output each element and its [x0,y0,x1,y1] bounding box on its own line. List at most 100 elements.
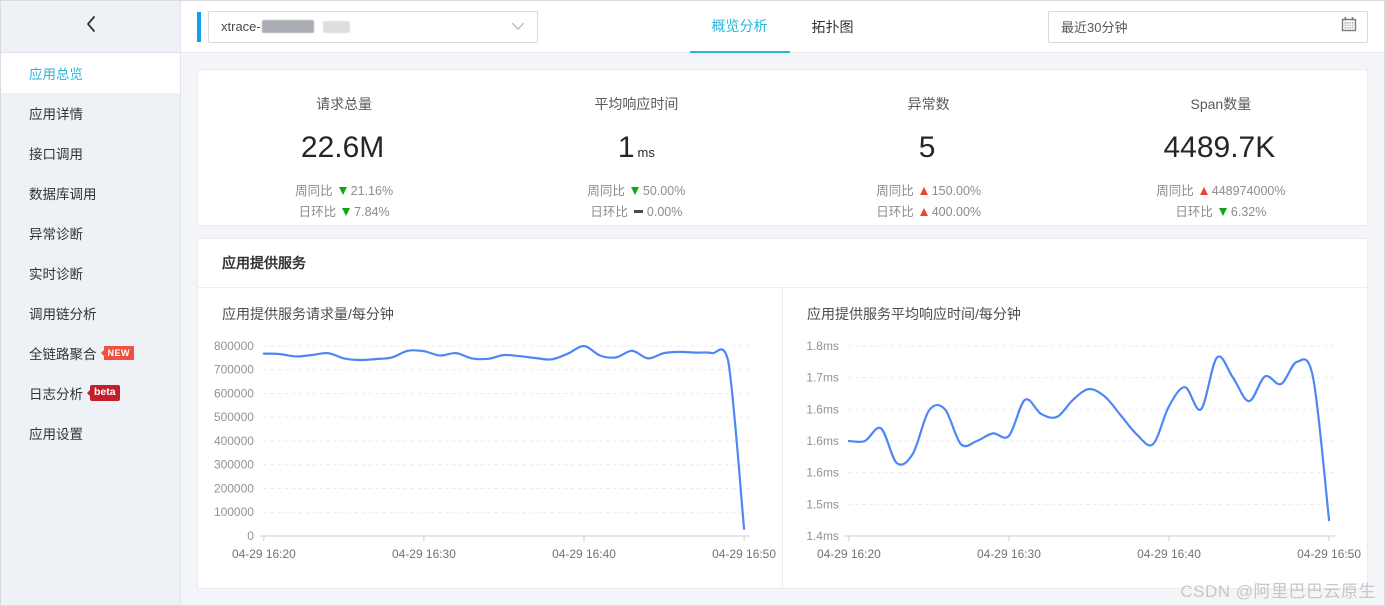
svg-text:200000: 200000 [214,481,254,495]
svg-text:800000: 800000 [214,339,254,353]
svg-text:1.7ms: 1.7ms [806,371,839,385]
time-range-value: 最近30分钟 [1061,20,1128,35]
svg-text:1.4ms: 1.4ms [806,529,839,543]
charts-row: 应用提供服务请求量/每分钟 800000 700000 600000 500000 40… [198,288,1367,588]
trend-down-icon [1218,208,1227,216]
metrics-summary-card: 请求总量 22.6M 周同比 21.16% 日环比 7.84% 平均响应时间 1 ms [197,69,1368,226]
tab-label: 拓扑图 [811,19,854,35]
sidebar: 应用总览 应用详情 接口调用 数据库调用 异常诊断 实时诊断 调用链分析 全链路… [1,1,181,605]
sidebar-item-label: 日志分析 [29,387,83,402]
section-title: 应用提供服务 [198,239,1367,288]
chart-panel-response-time: 应用提供服务平均响应时间/每分钟 1.8ms 1.7ms 1.6ms 1.6ms 1.6… [782,288,1367,588]
new-badge: NEW [100,346,134,360]
tab-bar: 概览分析 拓扑图 [689,1,876,53]
metric-value: 5 [918,131,936,164]
tab-topology[interactable]: 拓扑图 [790,1,876,53]
day-over-day-row: 日环比 7.84% [298,205,390,219]
sidebar-item-exception-diagnosis[interactable]: 异常诊断 [1,213,180,253]
calendar-icon [1341,16,1357,37]
metric-label: 请求总量 [316,96,373,112]
svg-text:04-29 16:40: 04-29 16:40 [552,547,616,561]
svg-text:04-29 16:30: 04-29 16:30 [392,547,456,561]
sidebar-item-label: 实时诊断 [29,267,83,282]
svg-text:04-29 16:50: 04-29 16:50 [1297,547,1361,561]
chevron-down-icon [511,18,525,36]
sidebar-item-label: 调用链分析 [29,307,97,322]
svg-text:1.5ms: 1.5ms [806,497,839,511]
sidebar-item-label: 应用详情 [29,107,83,122]
metric-avg-response-time: 平均响应时间 1 ms 周同比 50.00% 日环比 0.00% [490,70,782,225]
trend-up-icon [919,187,928,195]
svg-text:04-29 16:20: 04-29 16:20 [232,547,296,561]
metric-label: 平均响应时间 [594,96,679,112]
chart-panel-request-volume: 应用提供服务请求量/每分钟 800000 700000 600000 500000 40… [198,288,782,588]
metric-value: 22.6M [300,131,385,164]
week-over-week-row: 周同比 21.16% [295,184,394,198]
main-area: xtrace- 概览分析 拓扑图 最近30分钟 请求总量 22.6M 周同比 2… [181,1,1384,605]
metric-value: 1 [617,131,635,164]
chart-title: 应用提供服务请求量/每分钟 [222,306,394,322]
metric-value: 4489.7K [1163,131,1276,164]
content-area: 请求总量 22.6M 周同比 21.16% 日环比 7.84% 平均响应时间 1 ms [181,53,1384,605]
svg-text:400000: 400000 [214,434,254,448]
sidebar-item-label: 接口调用 [29,147,83,162]
svg-text:1.8ms: 1.8ms [806,339,839,353]
svg-text:04-29 16:20: 04-29 16:20 [817,547,881,561]
day-over-day-row: 日环比 400.00% [876,205,982,219]
metric-total-requests: 请求总量 22.6M 周同比 21.16% 日环比 7.84% [198,70,490,225]
sidebar-item-label: 全链路聚合 [29,347,97,362]
sidebar-item-label: 应用设置 [29,427,83,442]
svg-text:500000: 500000 [214,410,254,424]
tab-label: 概览分析 [711,18,768,34]
day-over-day-row: 日环比 6.32% [1175,205,1267,219]
sidebar-collapse-button[interactable] [1,1,180,53]
svg-text:600000: 600000 [214,386,254,400]
svg-text:1.6ms: 1.6ms [806,466,839,480]
sidebar-item-label: 异常诊断 [29,227,83,242]
svg-text:04-29 16:50: 04-29 16:50 [712,547,776,561]
chart-title: 应用提供服务平均响应时间/每分钟 [807,306,1021,322]
svg-text:1.6ms: 1.6ms [806,434,839,448]
svg-text:100000: 100000 [214,505,254,519]
sidebar-item-app-settings[interactable]: 应用设置 [1,413,180,453]
week-over-week-row: 周同比 448974000% [1156,184,1286,198]
redacted-text-block [261,20,314,33]
week-over-week-row: 周同比 150.00% [876,184,982,198]
svg-text:04-29 16:40: 04-29 16:40 [1137,547,1201,561]
tab-overview-analysis[interactable]: 概览分析 [689,1,790,53]
trend-up-icon [1199,187,1208,195]
chevron-left-icon [85,15,97,38]
metric-unit: ms [637,145,655,160]
trend-flat-icon [633,210,643,213]
trend-down-icon [338,187,347,195]
response-time-line-chart: 1.8ms 1.7ms 1.6ms 1.6ms 1.6ms 1.5ms 1.4ms 04-29… [806,339,1361,561]
sidebar-item-realtime-diagnosis[interactable]: 实时诊断 [1,253,180,293]
time-range-picker[interactable]: 最近30分钟 [1048,10,1368,43]
svg-text:1.6ms: 1.6ms [806,402,839,416]
topbar: xtrace- 概览分析 拓扑图 最近30分钟 [181,1,1384,53]
request-volume-line-chart: 800000 700000 600000 500000 400000 300000 2000… [214,339,776,561]
service-charts-card: 应用提供服务 应用提供服务请求量/每分钟 800000 700000 600000 5… [197,238,1368,589]
trend-down-icon [342,208,351,216]
sidebar-item-interface-calls[interactable]: 接口调用 [1,133,180,173]
sidebar-item-app-overview[interactable]: 应用总览 [1,53,180,93]
sidebar-item-label: 应用总览 [29,67,83,82]
metric-label: 异常数 [907,96,950,112]
application-select[interactable]: xtrace- [208,10,538,43]
sidebar-item-label: 数据库调用 [29,187,97,202]
svg-text:300000: 300000 [214,458,254,472]
svg-text:04-29 16:30: 04-29 16:30 [977,547,1041,561]
svg-text:0: 0 [247,529,254,543]
metric-span-count: Span数量 4489.7K 周同比 448974000% 日环比 6.32% [1075,70,1367,225]
redacted-text-block [322,20,350,33]
sidebar-item-database-calls[interactable]: 数据库调用 [1,173,180,213]
svg-text:700000: 700000 [214,363,254,377]
trend-up-icon [919,208,928,216]
sidebar-item-trace-analysis[interactable]: 调用链分析 [1,293,180,333]
day-over-day-row: 日环比 0.00% [590,205,683,219]
trend-down-icon [630,187,639,195]
sidebar-item-fulllink-aggregation[interactable]: 全链路聚合 NEW [1,333,180,373]
accent-bar [197,11,201,42]
sidebar-item-log-analysis[interactable]: 日志分析 beta [1,373,180,413]
sidebar-item-app-details[interactable]: 应用详情 [1,93,180,133]
